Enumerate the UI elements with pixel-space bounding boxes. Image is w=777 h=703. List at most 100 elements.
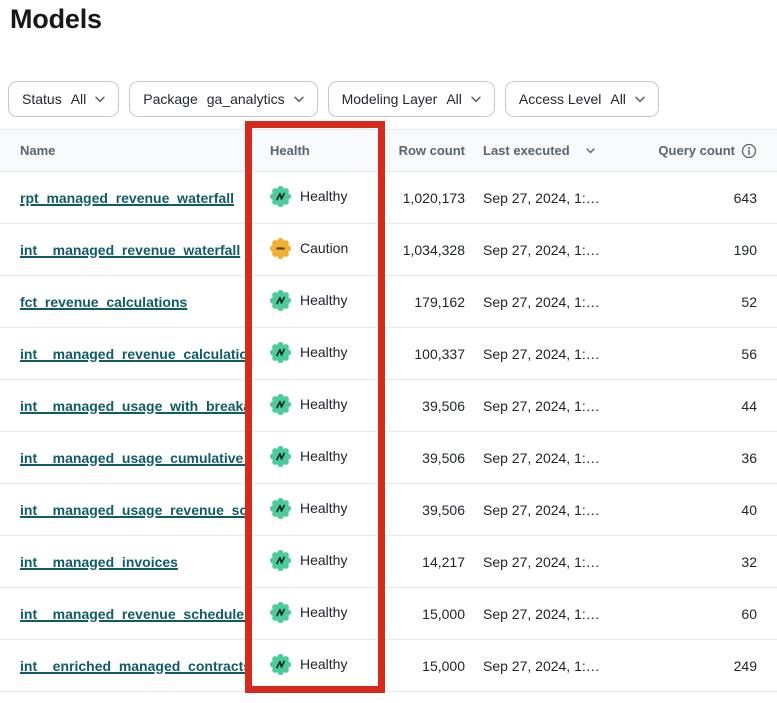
info-icon[interactable] xyxy=(741,143,757,159)
table-row: int__managed_revenue_calculations Health… xyxy=(0,328,777,380)
models-table: Name Health Row count Last executed Quer… xyxy=(0,129,777,692)
row-count-cell: 14,217 xyxy=(385,554,465,570)
last-executed-cell: Sep 27, 2024, 1:… xyxy=(465,502,637,518)
row-count-cell: 39,506 xyxy=(385,398,465,414)
column-header-query-count: Query count xyxy=(637,143,777,159)
table-row: int__managed_usage_revenue_sc… Healthy 3… xyxy=(0,484,777,536)
last-executed-cell: Sep 27, 2024, 1:… xyxy=(465,242,637,258)
table-row: int__managed_usage_with_breaka… Healthy … xyxy=(0,380,777,432)
health-status-label: Healthy xyxy=(300,604,347,620)
model-name-link[interactable]: int__managed_revenue_calculations xyxy=(20,346,252,362)
filter-value: All xyxy=(71,91,87,107)
health-badge: Healthy xyxy=(270,186,347,207)
health-badge: Caution xyxy=(270,238,348,259)
row-count-cell: 100,337 xyxy=(385,346,465,362)
bolt-badge-icon xyxy=(270,654,291,675)
health-badge: Healthy xyxy=(270,342,347,363)
column-header-name: Name xyxy=(0,143,252,158)
health-status-label: Healthy xyxy=(300,448,347,464)
last-executed-cell: Sep 27, 2024, 1:… xyxy=(465,190,637,206)
health-badge: Healthy xyxy=(270,654,347,675)
health-badge: Healthy xyxy=(270,290,347,311)
model-name-link[interactable]: int__managed_invoices xyxy=(20,554,178,570)
query-count-cell: 52 xyxy=(637,294,777,310)
model-name-link[interactable]: int__managed_usage_revenue_sc… xyxy=(20,502,252,518)
health-status-label: Healthy xyxy=(300,656,347,672)
last-executed-label: Last executed xyxy=(483,143,570,158)
health-status-label: Healthy xyxy=(300,396,347,412)
row-count-cell: 39,506 xyxy=(385,450,465,466)
chevron-down-icon xyxy=(95,96,105,103)
query-count-cell: 249 xyxy=(637,658,777,674)
query-count-cell: 643 xyxy=(637,190,777,206)
row-count-cell: 15,000 xyxy=(385,606,465,622)
health-badge: Healthy xyxy=(270,394,347,415)
query-count-cell: 32 xyxy=(637,554,777,570)
filter-button[interactable]: Modeling Layer All xyxy=(328,81,495,117)
row-count-cell: 1,034,328 xyxy=(385,242,465,258)
chevron-down-icon xyxy=(294,96,304,103)
row-count-cell: 15,000 xyxy=(385,658,465,674)
filter-button[interactable]: Access Level All xyxy=(505,81,659,117)
bolt-badge-icon xyxy=(270,394,291,415)
model-name-link[interactable]: rpt_managed_revenue_waterfall xyxy=(20,190,234,206)
filter-label: Package xyxy=(143,91,197,107)
query-count-cell: 44 xyxy=(637,398,777,414)
table-row: int__managed_revenue_waterfall Caution 1… xyxy=(0,224,777,276)
column-header-last-executed[interactable]: Last executed xyxy=(465,143,637,158)
models-page: Models Status All Package ga_analytics M… xyxy=(0,0,777,703)
query-count-cell: 40 xyxy=(637,502,777,518)
last-executed-cell: Sep 27, 2024, 1:… xyxy=(465,606,637,622)
bolt-badge-icon xyxy=(270,550,291,571)
model-name-link[interactable]: int__managed_usage_cumulative_… xyxy=(20,450,252,466)
filter-value: All xyxy=(446,91,462,107)
row-count-cell: 39,506 xyxy=(385,502,465,518)
filter-bar: Status All Package ga_analytics Modeling… xyxy=(8,81,659,117)
bolt-badge-icon xyxy=(270,290,291,311)
sort-chevron-down-icon xyxy=(586,148,595,154)
filter-label: Status xyxy=(22,91,62,107)
bolt-badge-icon xyxy=(270,186,291,207)
query-count-cell: 56 xyxy=(637,346,777,362)
filter-label: Access Level xyxy=(519,91,601,107)
page-title: Models xyxy=(10,4,102,35)
health-status-label: Healthy xyxy=(300,344,347,360)
dash-badge-icon xyxy=(270,238,291,259)
bolt-badge-icon xyxy=(270,342,291,363)
model-name-link[interactable]: fct_revenue_calculations xyxy=(20,294,187,310)
query-count-label: Query count xyxy=(658,143,735,158)
table-row: rpt_managed_revenue_waterfall Healthy 1,… xyxy=(0,172,777,224)
table-body: rpt_managed_revenue_waterfall Healthy 1,… xyxy=(0,172,777,692)
row-count-cell: 1,020,173 xyxy=(385,190,465,206)
query-count-cell: 36 xyxy=(637,450,777,466)
filter-button[interactable]: Package ga_analytics xyxy=(129,81,317,117)
model-name-link[interactable]: int__managed_revenue_schedule_… xyxy=(20,606,252,622)
model-name-link[interactable]: int__managed_revenue_waterfall xyxy=(20,242,240,258)
filter-label: Modeling Layer xyxy=(342,91,438,107)
health-status-label: Healthy xyxy=(300,188,347,204)
query-count-cell: 190 xyxy=(637,242,777,258)
last-executed-cell: Sep 27, 2024, 1:… xyxy=(465,658,637,674)
table-row: int__managed_revenue_schedule_… Healthy … xyxy=(0,588,777,640)
health-badge: Healthy xyxy=(270,602,347,623)
health-badge: Healthy xyxy=(270,550,347,571)
last-executed-cell: Sep 27, 2024, 1:… xyxy=(465,398,637,414)
last-executed-cell: Sep 27, 2024, 1:… xyxy=(465,294,637,310)
health-status-label: Healthy xyxy=(300,292,347,308)
last-executed-cell: Sep 27, 2024, 1:… xyxy=(465,554,637,570)
table-row: int__enriched_managed_contracts Healthy … xyxy=(0,640,777,692)
health-status-label: Healthy xyxy=(300,500,347,516)
bolt-badge-icon xyxy=(270,602,291,623)
filter-button[interactable]: Status All xyxy=(8,81,119,117)
filter-value: ga_analytics xyxy=(207,91,285,107)
filter-value: All xyxy=(610,91,626,107)
health-status-label: Caution xyxy=(300,240,348,256)
chevron-down-icon xyxy=(635,96,645,103)
table-header-row: Name Health Row count Last executed Quer… xyxy=(0,129,777,172)
table-row: int__managed_invoices Healthy 14,217 Sep… xyxy=(0,536,777,588)
bolt-badge-icon xyxy=(270,498,291,519)
model-name-link[interactable]: int__enriched_managed_contracts xyxy=(20,658,251,674)
query-count-cell: 60 xyxy=(637,606,777,622)
column-header-health: Health xyxy=(252,143,385,158)
model-name-link[interactable]: int__managed_usage_with_breaka… xyxy=(20,398,252,414)
